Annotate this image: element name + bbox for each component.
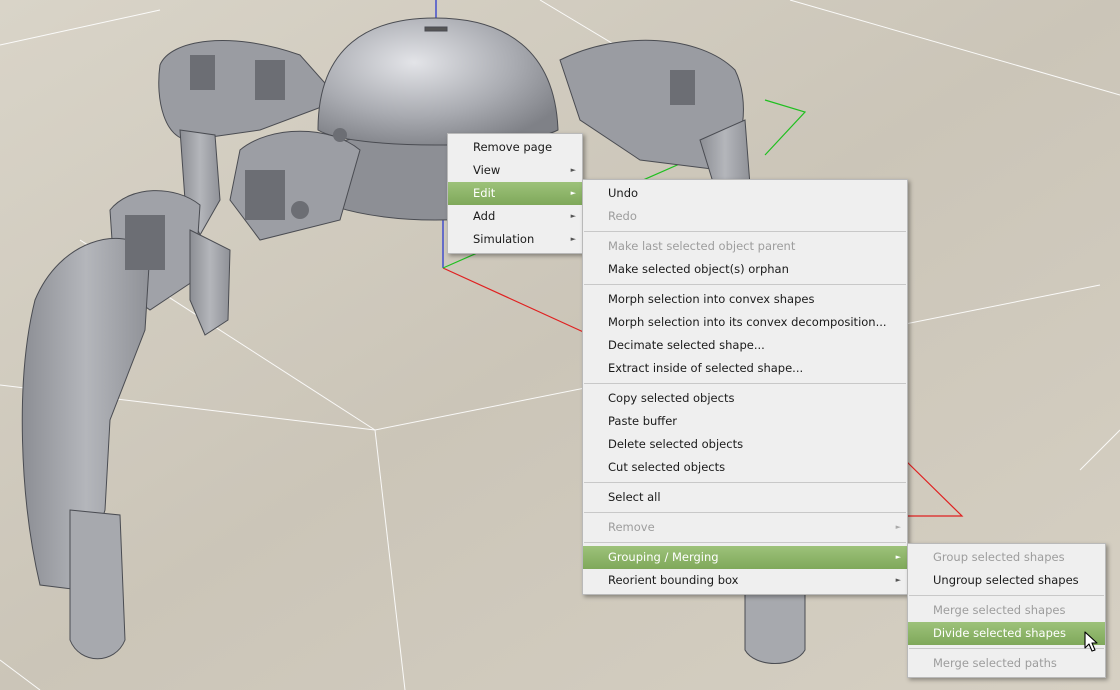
submenu-arrow-icon: ► <box>570 189 576 197</box>
grouping-submenu: Group selected shapes Ungroup selected s… <box>907 543 1106 678</box>
menu-item-remove-page[interactable]: Remove page <box>448 136 582 159</box>
menu-item-label: Select all <box>608 490 661 504</box>
menu-item-label: Make last selected object parent <box>608 239 796 253</box>
submenu-arrow-icon: ► <box>570 235 576 243</box>
menu-item-label: Morph selection into convex shapes <box>608 292 815 306</box>
menu-separator <box>584 231 906 232</box>
menu-item-label: Reorient bounding box <box>608 573 739 587</box>
menu-item-label: Paste buffer <box>608 414 678 428</box>
menu-item-redo[interactable]: Redo <box>583 205 907 228</box>
menu-item-label: Remove page <box>473 140 553 154</box>
menu-item-ungroup-shapes[interactable]: Ungroup selected shapes <box>908 569 1105 592</box>
menu-item-grouping-merging[interactable]: Grouping / Merging ► <box>583 546 907 569</box>
menu-item-label: Edit <box>473 186 496 200</box>
menu-item-decimate[interactable]: Decimate selected shape... <box>583 334 907 357</box>
menu-item-remove[interactable]: Remove ► <box>583 516 907 539</box>
context-menu: Remove page View ► Edit ► Add ► Simulation ► <box>447 133 583 254</box>
menu-item-label: Add <box>473 209 496 223</box>
menu-separator <box>584 482 906 483</box>
menu-item-extract-inside[interactable]: Extract inside of selected shape... <box>583 357 907 380</box>
menu-item-label: Ungroup selected shapes <box>933 573 1079 587</box>
menu-item-label: Extract inside of selected shape... <box>608 361 804 375</box>
menu-item-label: Group selected shapes <box>933 550 1065 564</box>
menu-item-label: Undo <box>608 186 639 200</box>
menu-item-label: Morph selection into its convex decompos… <box>608 315 887 329</box>
menu-item-label: Divide selected shapes <box>933 626 1066 640</box>
mouse-pointer-icon <box>1084 631 1098 652</box>
menu-item-divide-shapes[interactable]: Divide selected shapes <box>908 622 1105 645</box>
menu-item-view[interactable]: View ► <box>448 159 582 182</box>
menu-item-delete[interactable]: Delete selected objects <box>583 433 907 456</box>
menu-separator <box>584 383 906 384</box>
submenu-arrow-icon: ► <box>895 523 901 531</box>
submenu-arrow-icon: ► <box>895 553 901 561</box>
menu-item-morph-decomposition[interactable]: Morph selection into its convex decompos… <box>583 311 907 334</box>
menu-item-label: Copy selected objects <box>608 391 735 405</box>
menu-item-label: Make selected object(s) orphan <box>608 262 789 276</box>
menu-item-label: Simulation <box>473 232 535 246</box>
menu-item-reorient-bbox[interactable]: Reorient bounding box ► <box>583 569 907 592</box>
menu-item-label: Redo <box>608 209 637 223</box>
menu-item-edit[interactable]: Edit ► <box>448 182 582 205</box>
edit-submenu: Undo Redo Make last selected object pare… <box>582 179 908 595</box>
menu-item-label: Merge selected shapes <box>933 603 1066 617</box>
submenu-arrow-icon: ► <box>570 166 576 174</box>
menu-item-label: Cut selected objects <box>608 460 726 474</box>
menu-item-undo[interactable]: Undo <box>583 182 907 205</box>
menu-item-merge-shapes[interactable]: Merge selected shapes <box>908 599 1105 622</box>
menu-separator <box>584 284 906 285</box>
menu-item-cut[interactable]: Cut selected objects <box>583 456 907 479</box>
menu-item-label: Merge selected paths <box>933 656 1057 670</box>
menu-item-morph-convex[interactable]: Morph selection into convex shapes <box>583 288 907 311</box>
menu-item-add[interactable]: Add ► <box>448 205 582 228</box>
menu-item-label: Delete selected objects <box>608 437 744 451</box>
menu-item-label: Decimate selected shape... <box>608 338 765 352</box>
menu-item-group-shapes[interactable]: Group selected shapes <box>908 546 1105 569</box>
menu-item-merge-paths[interactable]: Merge selected paths <box>908 652 1105 675</box>
submenu-arrow-icon: ► <box>895 576 901 584</box>
menu-item-label: Grouping / Merging <box>608 550 719 564</box>
menu-item-select-all[interactable]: Select all <box>583 486 907 509</box>
menu-item-make-orphan[interactable]: Make selected object(s) orphan <box>583 258 907 281</box>
menu-item-make-parent[interactable]: Make last selected object parent <box>583 235 907 258</box>
menu-separator <box>584 542 906 543</box>
menu-item-label: Remove <box>608 520 655 534</box>
menu-item-label: View <box>473 163 501 177</box>
menu-separator <box>584 512 906 513</box>
menu-item-copy[interactable]: Copy selected objects <box>583 387 907 410</box>
menu-item-simulation[interactable]: Simulation ► <box>448 228 582 251</box>
menu-item-paste[interactable]: Paste buffer <box>583 410 907 433</box>
menu-separator <box>909 595 1104 596</box>
menu-separator <box>909 648 1104 649</box>
submenu-arrow-icon: ► <box>570 212 576 220</box>
